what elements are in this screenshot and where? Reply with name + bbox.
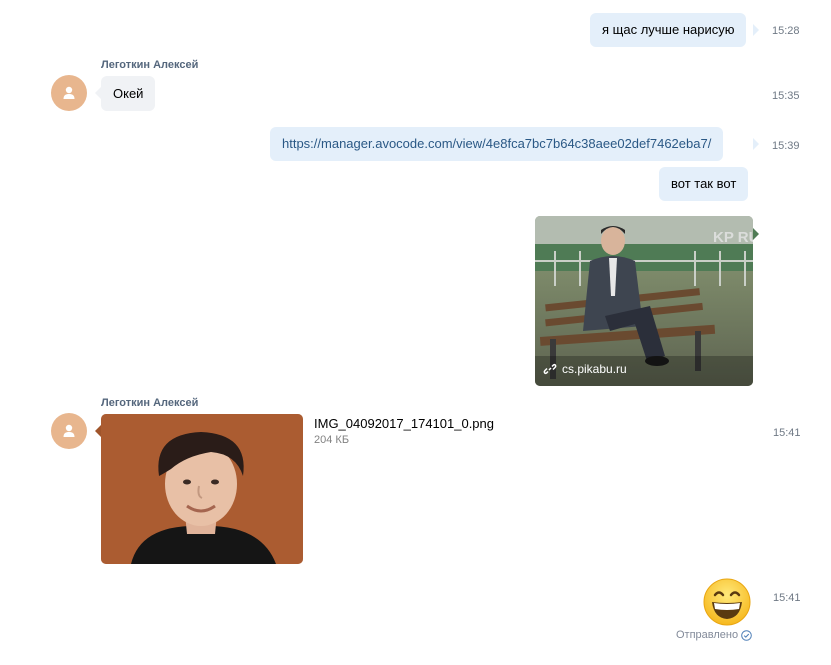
bubble-tail <box>753 228 759 240</box>
author-name[interactable]: Леготкин Алексей <box>101 397 198 409</box>
gif-watermark: KP RU <box>713 229 753 246</box>
gif-source-label[interactable]: cs.pikabu.ru <box>543 362 627 376</box>
emoji-sticker[interactable] <box>703 578 751 626</box>
gif-source-text: cs.pikabu.ru <box>562 362 627 376</box>
outgoing-message-4[interactable]: вот так вот <box>659 167 749 201</box>
bubble-tail <box>753 24 759 36</box>
check-circle-icon <box>741 629 752 641</box>
avatar[interactable] <box>51 75 87 111</box>
user-avatar-icon <box>63 86 75 99</box>
user-avatar-icon <box>63 424 75 437</box>
message-time: 15:39 <box>772 140 800 152</box>
file-size: 204 КБ <box>314 434 350 446</box>
file-name[interactable]: IMG_04092017_174101_0.png <box>314 416 494 431</box>
message-time: 15:35 <box>772 90 800 102</box>
incoming-message-2[interactable]: Окей <box>101 76 156 111</box>
gif-preview-image: KP RU <box>535 216 753 386</box>
link-icon <box>543 363 557 375</box>
message-time: 15:41 <box>773 592 801 604</box>
outgoing-link-message[interactable]: https://manager.avocode.com/view/4e8fca7… <box>270 127 724 161</box>
bubble-tail <box>753 138 759 150</box>
author-name[interactable]: Леготкин Алексей <box>101 59 198 71</box>
delivery-status: Отправлено <box>676 629 752 641</box>
gif-attachment[interactable]: KP RU cs.pikabu.ru <box>535 216 753 386</box>
avatar[interactable] <box>51 413 87 449</box>
photo-attachment[interactable] <box>101 414 303 564</box>
message-time: 15:41 <box>773 427 801 439</box>
delivery-status-text: Отправлено <box>676 629 739 641</box>
photo-preview-image <box>101 414 303 564</box>
message-time: 15:28 <box>772 25 800 37</box>
smile-emoji-icon <box>703 578 751 626</box>
outgoing-message-1[interactable]: я щас лучше нарисую <box>590 13 747 47</box>
